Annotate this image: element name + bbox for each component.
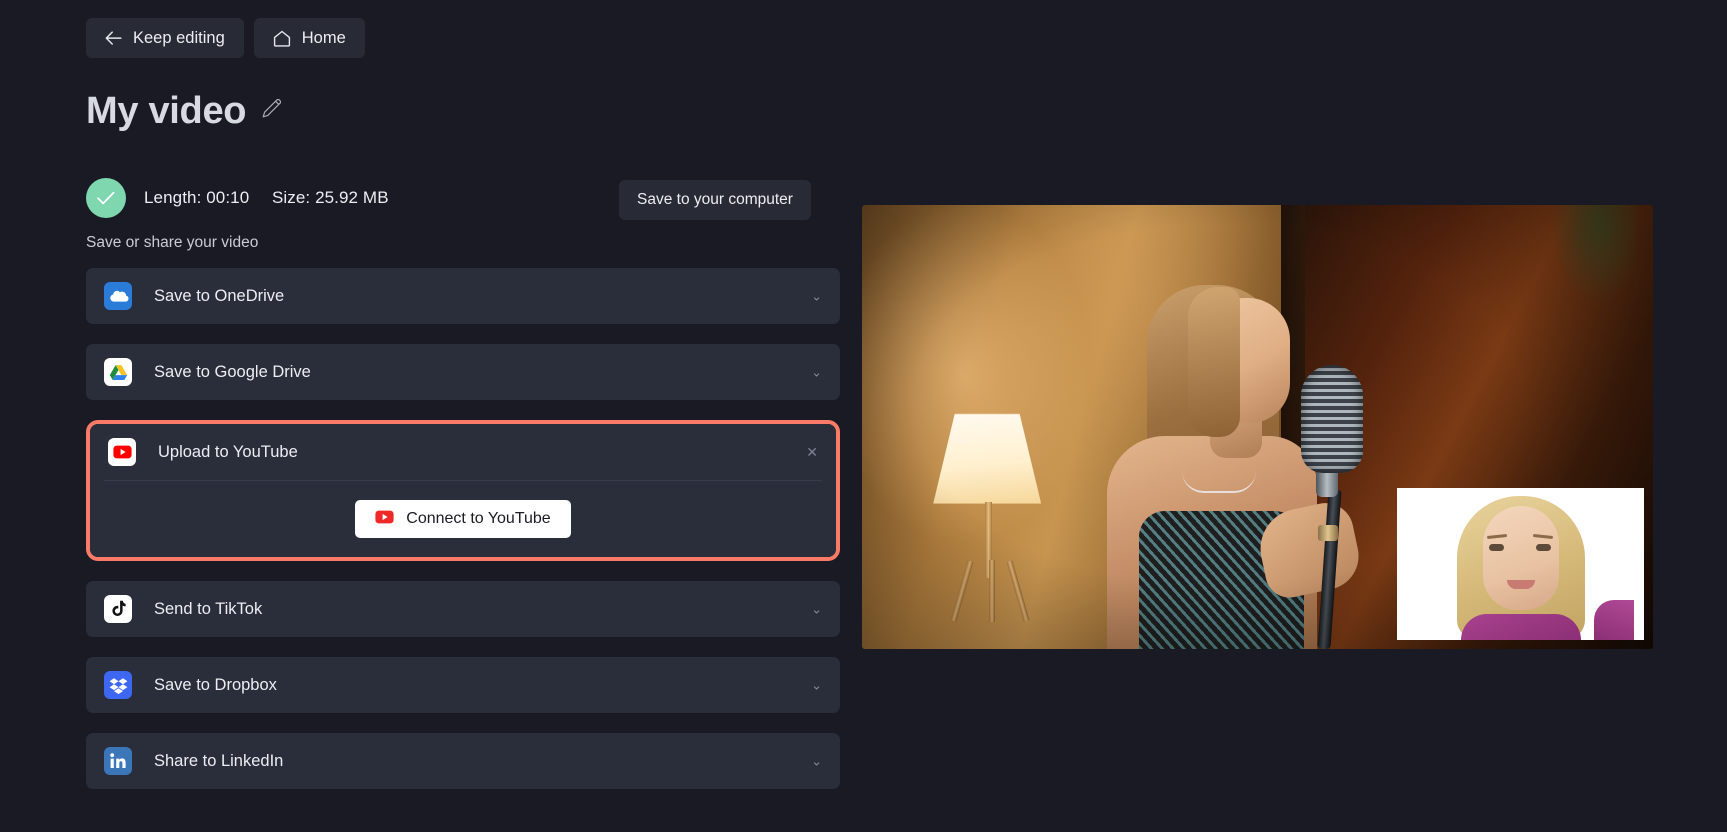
share-section-label: Save or share your video <box>86 234 259 251</box>
video-title-row: My video <box>86 90 282 132</box>
arrow-left-icon <box>105 30 122 46</box>
home-icon <box>273 30 291 47</box>
tiktok-icon <box>104 595 132 623</box>
close-icon[interactable]: ✕ <box>806 445 818 459</box>
share-row-label: Upload to YouTube <box>158 442 298 461</box>
keep-editing-button[interactable]: Keep editing <box>86 18 244 58</box>
share-options-list: Save to OneDrive ⌄ Save to Google Drive … <box>86 268 840 809</box>
chevron-down-icon[interactable]: ⌄ <box>811 603 822 616</box>
save-to-computer-button[interactable]: Save to your computer <box>619 180 811 220</box>
youtube-icon <box>375 510 394 529</box>
share-row-tiktok[interactable]: Send to TikTok ⌄ <box>86 581 840 637</box>
connect-to-youtube-label: Connect to YouTube <box>406 510 551 527</box>
share-row-label: Save to Dropbox <box>154 675 277 694</box>
share-row-label: Share to LinkedIn <box>154 751 284 770</box>
export-status-row: Length: 00:10 Size: 25.92 MB <box>86 178 389 218</box>
top-toolbar: Keep editing Home <box>0 0 1727 76</box>
video-meta: Length: 00:10 Size: 25.92 MB <box>144 188 389 208</box>
share-row-onedrive[interactable]: Save to OneDrive ⌄ <box>86 268 840 324</box>
youtube-card: Upload to YouTube ✕ Connect to YouTube <box>90 424 836 557</box>
youtube-connect-panel: Connect to YouTube <box>90 481 836 557</box>
dropbox-icon <box>104 671 132 699</box>
pencil-icon[interactable] <box>262 98 282 123</box>
picture-in-picture-overlay[interactable] <box>1397 488 1644 640</box>
onedrive-icon <box>104 282 132 310</box>
youtube-icon <box>108 438 136 466</box>
connect-to-youtube-button[interactable]: Connect to YouTube <box>355 500 571 538</box>
chevron-down-icon[interactable]: ⌄ <box>811 366 822 379</box>
page-title: My video <box>86 90 247 132</box>
home-label: Home <box>301 28 346 47</box>
share-row-google-drive[interactable]: Save to Google Drive ⌄ <box>86 344 840 400</box>
share-row-label: Save to OneDrive <box>154 286 285 305</box>
share-row-label: Save to Google Drive <box>154 362 311 381</box>
video-length: Length: 00:10 <box>144 188 250 207</box>
linkedin-icon <box>104 747 132 775</box>
checkmark-icon <box>86 178 126 218</box>
video-preview[interactable] <box>862 205 1653 649</box>
chevron-down-icon[interactable]: ⌄ <box>811 290 822 303</box>
chevron-down-icon[interactable]: ⌄ <box>811 679 822 692</box>
keep-editing-label: Keep editing <box>133 28 225 47</box>
youtube-highlight-box: Upload to YouTube ✕ Connect to YouTube <box>86 420 840 561</box>
video-size: Size: 25.92 MB <box>271 188 389 207</box>
home-button[interactable]: Home <box>253 18 365 58</box>
share-row-label: Send to TikTok <box>154 599 263 618</box>
google-drive-icon <box>104 358 132 386</box>
export-page: Keep editing Home My video Length: 00:10… <box>0 0 1727 832</box>
share-row-linkedin[interactable]: Share to LinkedIn ⌄ <box>86 733 840 789</box>
share-row-youtube[interactable]: Upload to YouTube ✕ <box>90 424 836 480</box>
share-row-dropbox[interactable]: Save to Dropbox ⌄ <box>86 657 840 713</box>
chevron-down-icon[interactable]: ⌄ <box>811 755 822 768</box>
